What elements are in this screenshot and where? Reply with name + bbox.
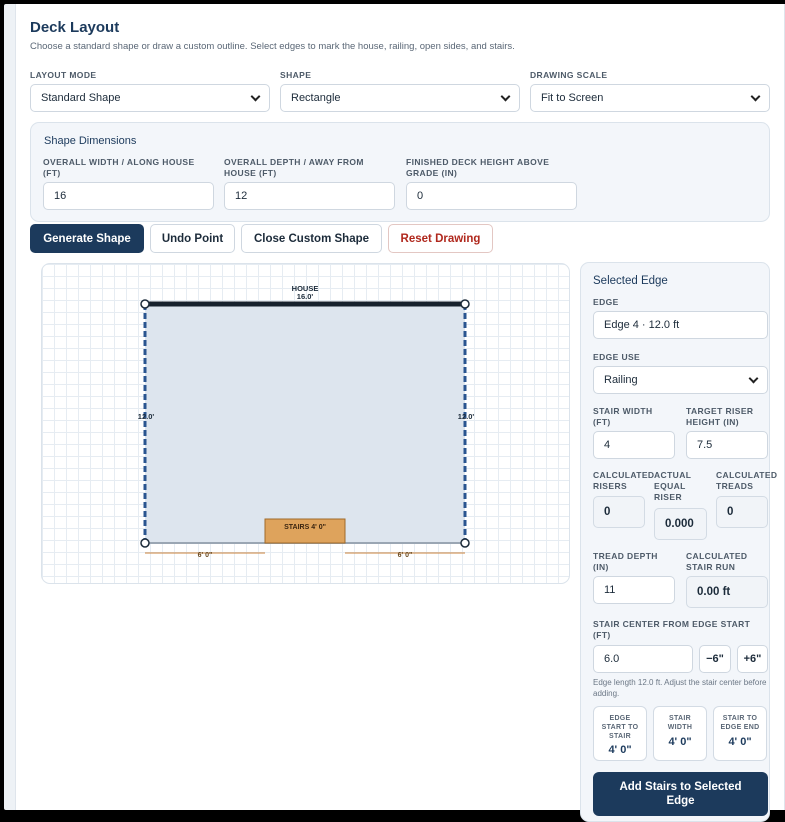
drawing-scale-select[interactable]: Fit to Screen bbox=[530, 84, 770, 112]
undo-point-button[interactable]: Undo Point bbox=[150, 224, 235, 253]
calculated-risers-label: CALCULATED RISERS bbox=[593, 470, 655, 491]
layout-mode-select[interactable]: Standard Shape bbox=[30, 84, 270, 112]
reset-drawing-button[interactable]: Reset Drawing bbox=[388, 224, 493, 253]
deck-drawing: HOUSE 16.0' 12.0' 12.0' STAIRS 4' 0" 6' … bbox=[138, 284, 475, 559]
deck-layout-card: Deck Layout Choose a standard shape or d… bbox=[15, 4, 785, 822]
chevron-down-icon bbox=[250, 91, 261, 101]
shape-value: Rectangle bbox=[291, 92, 341, 104]
depth-input[interactable]: 12 bbox=[224, 182, 395, 210]
stat-stair-to-edge-end: STAIR TO EDGE END 4' 0" bbox=[713, 706, 767, 761]
stat-edge-start-to-stair: EDGE START TO STAIR 4' 0" bbox=[593, 706, 647, 761]
chevron-down-icon bbox=[748, 373, 759, 383]
deck-height-input[interactable]: 0 bbox=[406, 182, 577, 210]
generate-shape-button[interactable]: Generate Shape bbox=[30, 224, 144, 253]
actual-equal-riser-value: 0.000 bbox=[654, 508, 707, 540]
layout-mode-value: Standard Shape bbox=[41, 92, 121, 104]
tread-depth-input[interactable]: 11 bbox=[593, 576, 675, 604]
stat-stair-width: STAIR WIDTH 4' 0" bbox=[653, 706, 707, 761]
stair-center-input[interactable]: 6.0 bbox=[593, 645, 693, 673]
stair-run-value: 0.00 ft bbox=[686, 576, 768, 608]
edge-use-select[interactable]: Railing bbox=[593, 366, 768, 394]
increase-6in-button[interactable]: +6" bbox=[737, 645, 768, 673]
chevron-down-icon bbox=[750, 91, 761, 101]
chevron-down-icon bbox=[500, 91, 511, 101]
stairs-label: STAIRS 4' 0" bbox=[284, 524, 326, 531]
stair-center-label: STAIR CENTER FROM EDGE START (FT) bbox=[593, 619, 751, 640]
calculated-risers-value: 0 bbox=[593, 496, 645, 528]
deck-height-label: FINISHED DECK HEIGHT ABOVE GRADE (IN) bbox=[406, 157, 550, 178]
vertex-handle[interactable] bbox=[140, 538, 150, 548]
shape-select[interactable]: Rectangle bbox=[280, 84, 520, 112]
shape-dimensions-panel: Shape Dimensions OVERALL WIDTH / ALONG H… bbox=[30, 122, 770, 222]
tread-depth-label: TREAD DEPTH (IN) bbox=[593, 551, 658, 572]
drawing-scale-value: Fit to Screen bbox=[541, 92, 604, 104]
stair-width-input[interactable]: 4 bbox=[593, 431, 675, 459]
close-custom-shape-button[interactable]: Close Custom Shape bbox=[241, 224, 382, 253]
stairs-block[interactable] bbox=[264, 518, 346, 544]
vertex-handle[interactable] bbox=[460, 538, 470, 548]
page-title: Deck Layout bbox=[30, 19, 120, 36]
edge-use-label: EDGE USE bbox=[593, 352, 641, 362]
stair-width-label: STAIR WIDTH (FT) bbox=[593, 406, 653, 427]
add-stairs-button[interactable]: Add Stairs to Selected Edge bbox=[593, 772, 768, 816]
deck-surface[interactable] bbox=[145, 304, 465, 543]
vertex-handle[interactable] bbox=[140, 299, 150, 309]
target-riser-label: TARGET RISER HEIGHT (IN) bbox=[686, 406, 754, 427]
house-length-label: 16.0' bbox=[297, 292, 314, 301]
edge-use-value: Railing bbox=[604, 374, 638, 386]
width-label: OVERALL WIDTH / ALONG HOUSE (FT) bbox=[43, 157, 195, 178]
width-input[interactable]: 16 bbox=[43, 182, 214, 210]
edge-input[interactable]: Edge 4 · 12.0 ft bbox=[593, 311, 768, 339]
layout-mode-label: LAYOUT MODE bbox=[30, 70, 97, 80]
drawing-canvas[interactable]: HOUSE 16.0' 12.0' 12.0' STAIRS 4' 0" 6' … bbox=[41, 263, 570, 584]
target-riser-input[interactable]: 7.5 bbox=[686, 431, 768, 459]
edge-label: EDGE bbox=[593, 297, 619, 307]
app-frame: Deck Layout Choose a standard shape or d… bbox=[4, 4, 785, 822]
right-gap-label: 6' 0" bbox=[398, 552, 413, 559]
calculated-treads-value: 0 bbox=[716, 496, 768, 528]
actual-equal-riser-label: ACTUAL EQUAL RISER bbox=[654, 470, 692, 502]
drawing-scale-label: DRAWING SCALE bbox=[530, 70, 608, 80]
edge-length-note: Edge length 12.0 ft. Adjust the stair ce… bbox=[593, 678, 767, 698]
left-edge-length: 12.0' bbox=[138, 412, 155, 421]
shape-label: SHAPE bbox=[280, 70, 312, 80]
selected-edge-panel: Selected Edge EDGE Edge 4 · 12.0 ft EDGE… bbox=[580, 262, 777, 822]
vertex-handle[interactable] bbox=[460, 299, 470, 309]
depth-label: OVERALL DEPTH / AWAY FROM HOUSE (FT) bbox=[224, 157, 364, 178]
calculated-treads-label: CALCULATED TREADS bbox=[716, 470, 778, 491]
right-edge-length: 12.0' bbox=[458, 412, 475, 421]
left-gap-label: 6' 0" bbox=[198, 552, 213, 559]
shape-dimensions-title: Shape Dimensions bbox=[44, 135, 137, 147]
decrease-6in-button[interactable]: −6" bbox=[699, 645, 731, 673]
page-subtitle: Choose a standard shape or draw a custom… bbox=[30, 41, 515, 52]
selected-edge-title: Selected Edge bbox=[593, 275, 668, 287]
stair-run-label: CALCULATED STAIR RUN bbox=[686, 551, 748, 572]
